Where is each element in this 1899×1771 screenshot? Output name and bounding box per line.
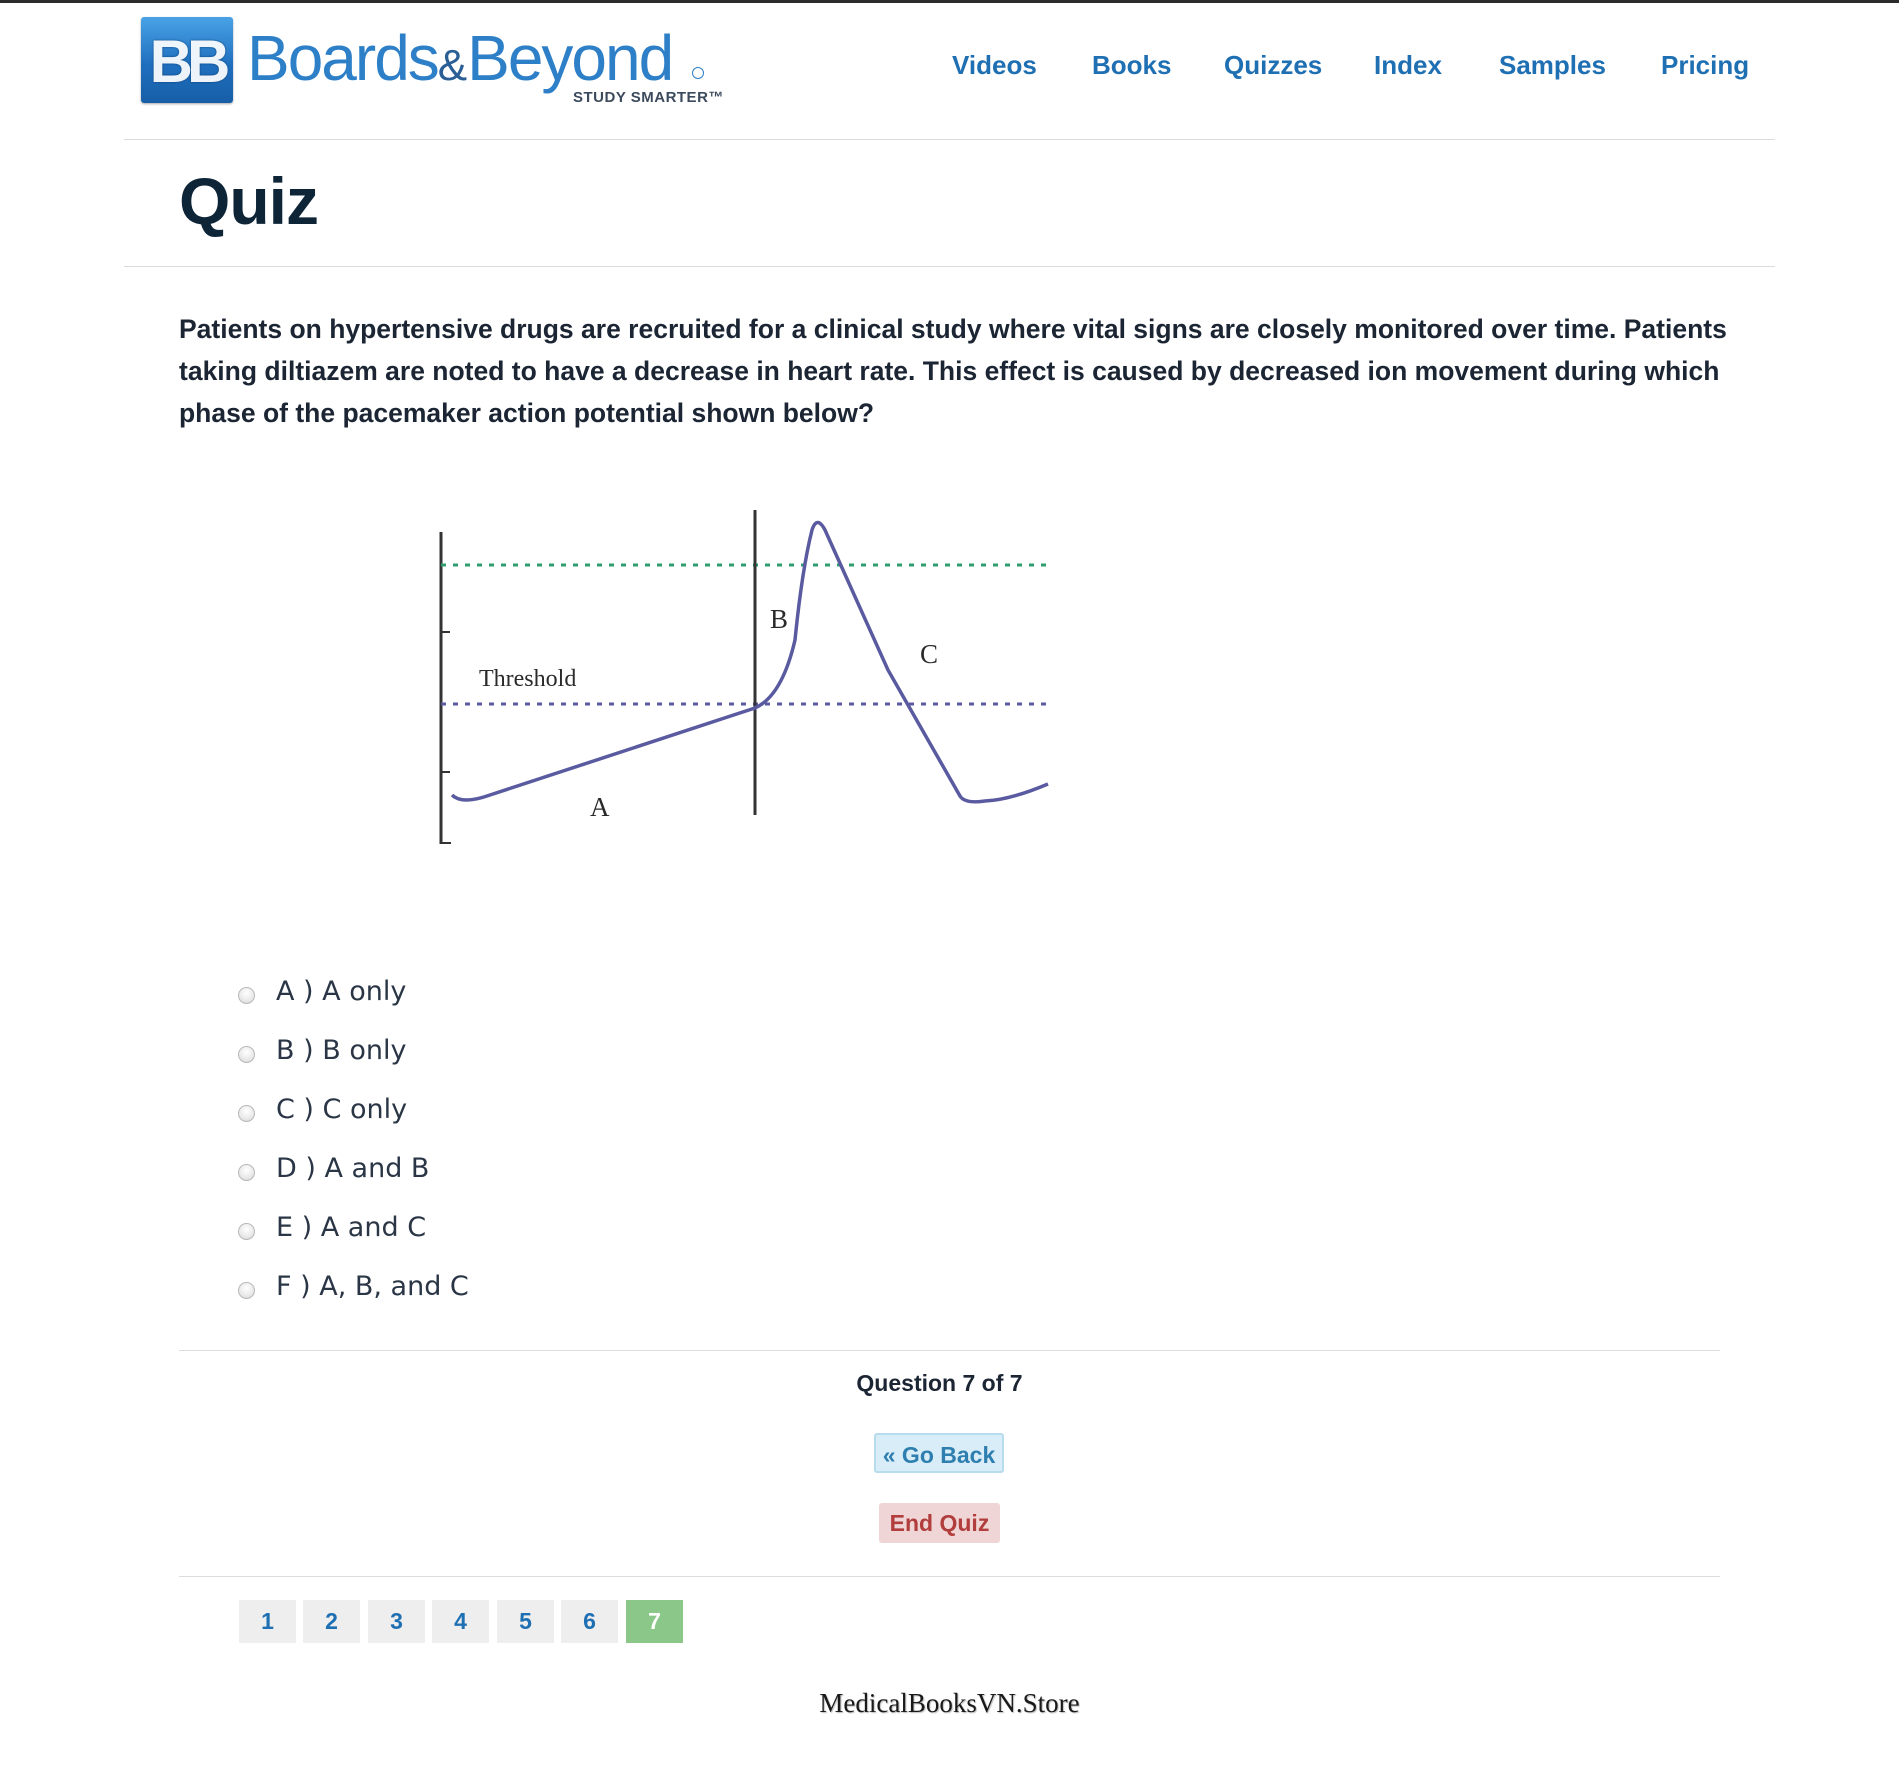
page-button-2[interactable]: 2 [303,1600,360,1643]
page-button-5[interactable]: 5 [497,1600,554,1643]
question-text: Patients on hypertensive drugs are recru… [179,314,1727,428]
page-button-6[interactable]: 6 [561,1600,618,1643]
radio-button[interactable] [238,987,255,1004]
radio-button[interactable] [238,1046,255,1063]
watermark-text: MedicalBooksVN.Store [819,1688,1080,1718]
answer-label[interactable]: D ) A and B [276,1153,429,1184]
top-border [0,0,1899,3]
nav-link-videos[interactable]: Videos [952,50,1037,81]
page-button-3[interactable]: 3 [368,1600,425,1643]
radio-button[interactable] [238,1164,255,1181]
phase-label-a: A [590,792,610,822]
radio-button[interactable] [238,1223,255,1240]
end-quiz-button[interactable]: End Quiz [879,1503,1000,1543]
title-divider [124,266,1775,267]
header-divider [124,139,1775,140]
question-counter: Question 7 of 7 [856,1370,1023,1396]
phase-label-c: C [920,639,938,669]
pagination-divider [179,1576,1720,1577]
logo-tagline: STUDY SMARTER™ [573,89,724,106]
options-divider [179,1350,1720,1351]
answer-label[interactable]: F ) A, B, and C [276,1271,469,1302]
answer-label[interactable]: A ) A only [276,976,406,1007]
nav-link-samples[interactable]: Samples [1499,50,1606,81]
page-button-4[interactable]: 4 [432,1600,489,1643]
radio-button[interactable] [238,1105,255,1122]
page-button-7-active[interactable]: 7 [626,1600,683,1643]
go-back-button[interactable]: « Go Back [874,1433,1004,1473]
radio-button[interactable] [238,1282,255,1299]
answer-label[interactable]: E ) A and C [276,1212,426,1243]
answer-label[interactable]: B ) B only [276,1035,406,1066]
main-nav: Videos Books Quizzes Index Samples Prici… [0,50,1899,80]
answer-label[interactable]: C ) C only [276,1094,407,1125]
page-title: Quiz [179,164,319,238]
phase-label-b: B [770,604,788,634]
action-potential-diagram: Threshold A B C [439,510,1050,844]
page-button-1[interactable]: 1 [239,1600,296,1643]
nav-link-books[interactable]: Books [1092,50,1171,81]
nav-link-quizzes[interactable]: Quizzes [1224,50,1322,81]
nav-link-pricing[interactable]: Pricing [1661,50,1749,81]
nav-link-index[interactable]: Index [1374,50,1442,81]
threshold-label: Threshold [479,666,576,692]
